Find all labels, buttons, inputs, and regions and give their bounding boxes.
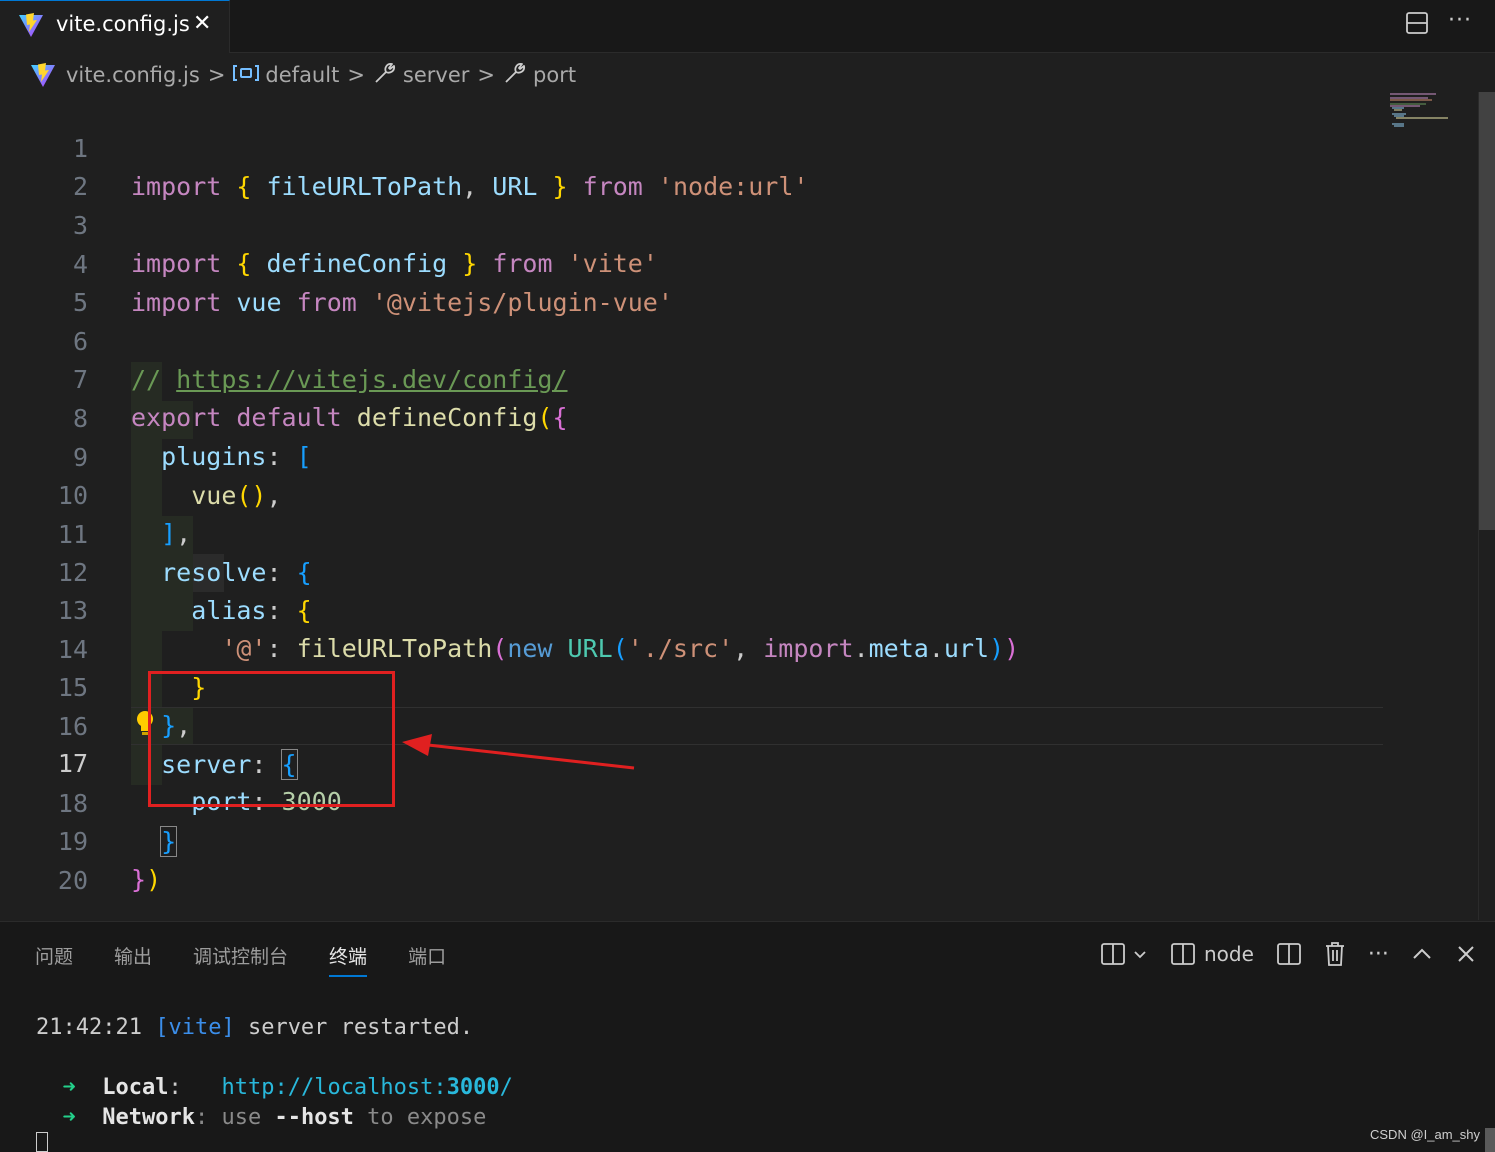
code-line: 3 import { defineConfig } from 'vite'	[72, 211, 658, 278]
code-line: 1 import { fileURLToPath, URL } from 'no…	[72, 134, 809, 201]
chevron-up-icon[interactable]	[1411, 942, 1433, 966]
terminal-split-icon	[1171, 943, 1195, 965]
code-line: 10 ],	[57, 481, 192, 548]
tab-bar: vite.config.js ✕ ···	[0, 0, 1495, 53]
arrow-icon: ➜	[62, 1105, 76, 1130]
more-actions-icon[interactable]: ···	[1368, 942, 1389, 967]
code-line: 8 plugins: [	[72, 404, 312, 471]
terminal-name: node	[1204, 942, 1254, 966]
terminal-message: server restarted.	[247, 1015, 474, 1040]
panel-actions: node ···	[1100, 940, 1495, 968]
breadcrumb-port[interactable]: port	[533, 63, 576, 87]
watermark: CSDN @I_am_shy	[1370, 1127, 1481, 1142]
terminal-selector[interactable]: node	[1170, 942, 1254, 966]
tab-problems[interactable]: 问题	[35, 942, 73, 977]
new-terminal-split-dropdown[interactable]	[1100, 942, 1148, 966]
panel-scrollbar[interactable]	[1485, 1128, 1495, 1152]
code-line: 2	[72, 172, 88, 201]
local-label: Local	[102, 1075, 169, 1100]
breadcrumb: vite.config.js > default > server > port	[30, 60, 576, 90]
code-line: 12 alias: {	[57, 558, 312, 625]
breadcrumb-default[interactable]: default	[265, 63, 339, 87]
trash-icon[interactable]	[1324, 941, 1346, 967]
breadcrumb-file[interactable]: vite.config.js	[66, 63, 200, 87]
more-actions-icon[interactable]: ···	[1448, 8, 1472, 33]
terminal-cursor	[36, 1132, 48, 1152]
chevron-down-icon	[1134, 951, 1146, 959]
code-line: 5	[72, 288, 88, 317]
code-line: 15 },	[57, 673, 192, 740]
wrench-icon	[373, 61, 397, 90]
code-line: 11 resolve: {	[57, 520, 312, 587]
arrow-icon: ➜	[62, 1075, 76, 1100]
network-label: Network	[102, 1105, 195, 1130]
tab-vite-config[interactable]: vite.config.js ✕	[0, 0, 230, 53]
tab-title: vite.config.js	[56, 12, 190, 36]
split-pane-icon[interactable]	[1276, 942, 1302, 966]
local-url[interactable]: http://localhost:3000/	[221, 1075, 512, 1100]
code-line: 4 import vue from '@vitejs/plugin-vue'	[72, 250, 673, 317]
split-terminal-icon	[1101, 943, 1125, 965]
symbol-variable-icon	[233, 63, 260, 88]
code-line: 7 export default defineConfig({	[72, 365, 568, 432]
split-editor-icon[interactable]	[1405, 11, 1429, 35]
panel-tabs: 问题 输出 调试控制台 终端 端口	[35, 942, 487, 977]
tab-terminal[interactable]: 终端	[329, 942, 368, 977]
terminal-output[interactable]: 21:42:21 [vite] server restarted. ➜ Loca…	[36, 1013, 513, 1133]
breadcrumb-separator: >	[347, 63, 365, 87]
terminal-time: 21:42:21	[36, 1015, 142, 1040]
wrench-icon	[503, 61, 527, 90]
tab-debug-console[interactable]: 调试控制台	[193, 942, 288, 977]
code-line: 6 // https://vitejs.dev/config/	[72, 327, 568, 394]
minimap[interactable]	[1388, 92, 1458, 132]
vite-logo-icon	[31, 63, 55, 87]
code-line: 13 '@': fileURLToPath(new URL('./src', i…	[57, 596, 1020, 663]
editor-scroll-thumb[interactable]	[1479, 92, 1495, 530]
breadcrumb-server[interactable]: server	[403, 63, 469, 87]
breadcrumb-separator: >	[477, 63, 496, 87]
tab-ports[interactable]: 端口	[408, 942, 446, 977]
close-icon[interactable]	[1455, 942, 1477, 966]
code-line: 14 }	[57, 635, 207, 702]
vite-logo-icon	[19, 13, 43, 37]
code-line: 9 vue(),	[72, 443, 282, 510]
annotation-box-server	[148, 671, 395, 807]
terminal-tag: [vite]	[155, 1015, 235, 1040]
code-line: 20	[57, 866, 88, 895]
close-icon[interactable]: ✕	[193, 11, 211, 36]
tab-output[interactable]: 输出	[114, 942, 152, 977]
breadcrumb-separator: >	[207, 63, 226, 87]
